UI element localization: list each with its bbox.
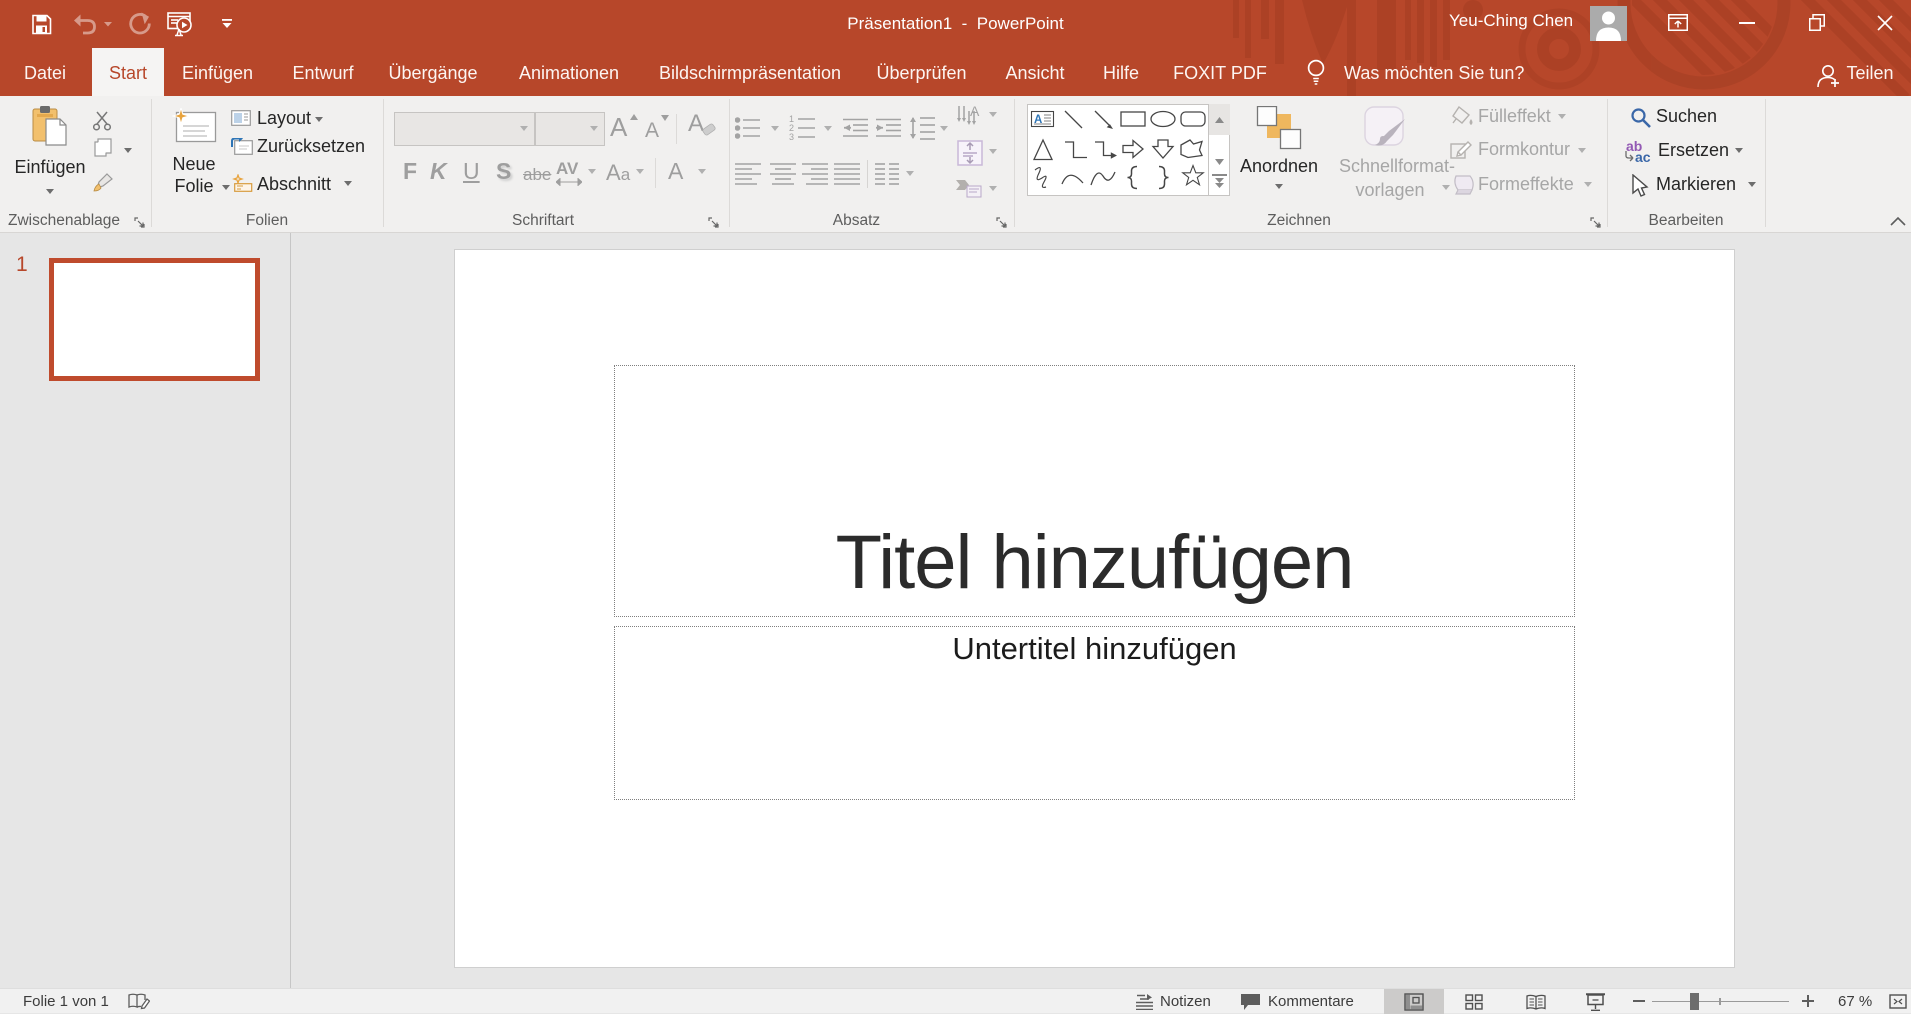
svg-text:3: 3 <box>789 132 794 141</box>
svg-text:A: A <box>970 105 980 119</box>
